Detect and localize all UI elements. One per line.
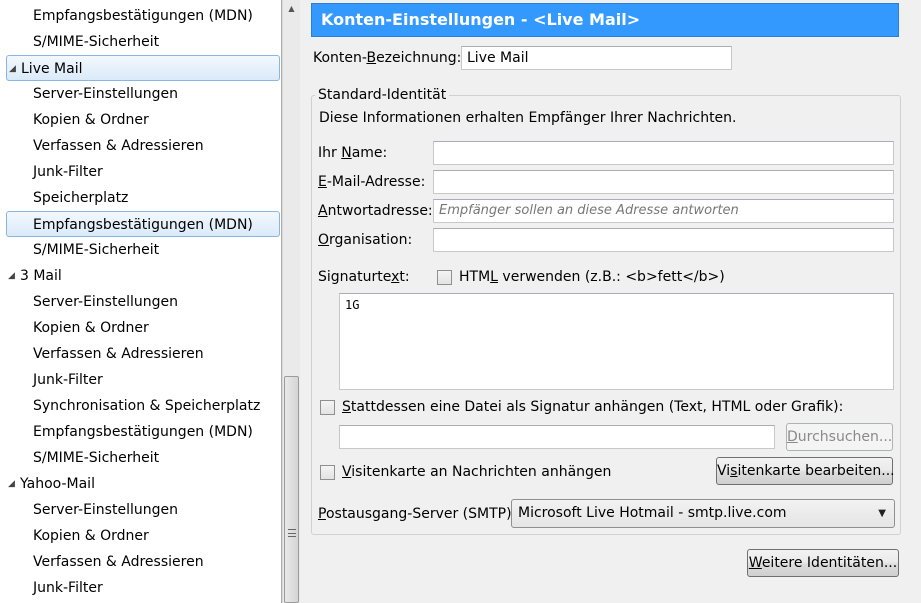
tree-item-label: Verfassen & Adressieren bbox=[33, 138, 204, 154]
tree-item-label: S/MIME-Sicherheit bbox=[33, 242, 160, 258]
reply-to-input[interactable]: Empfänger sollen an diese Adresse antwor… bbox=[433, 199, 894, 223]
tree-item[interactable]: Server-Einstellungen bbox=[0, 81, 178, 107]
dropdown-arrow-icon: ▼ bbox=[878, 508, 886, 519]
tree-scrollbar[interactable]: ▲ bbox=[282, 0, 300, 603]
email-input[interactable] bbox=[433, 170, 894, 194]
signature-file-input[interactable] bbox=[339, 425, 775, 449]
tree-item[interactable]: S/MIME-Sicherheit bbox=[0, 445, 159, 471]
tree-item-label: Server-Einstellungen bbox=[33, 294, 178, 310]
tree-item[interactable]: Synchronisation & Speicherplatz bbox=[0, 393, 260, 419]
identity-description: Diese Informationen erhalten Empfänger I… bbox=[319, 110, 737, 126]
attach-file-checkbox[interactable] bbox=[320, 400, 335, 415]
tree-item-label: Verfassen & Adressieren bbox=[33, 346, 204, 362]
tree-account-node[interactable]: ◢ Yahoo-Mail bbox=[0, 471, 95, 497]
reply-to-label: Antwortadresse: bbox=[318, 203, 433, 219]
smtp-select[interactable]: Microsoft Live Hotmail - smtp.live.com ▼ bbox=[511, 499, 895, 528]
tree-item-label: Verfassen & Adressieren bbox=[33, 554, 204, 570]
tree-item[interactable]: Junk-Filter bbox=[0, 367, 103, 393]
tree-item[interactable]: Empfangsbestätigungen (MDN) bbox=[0, 419, 253, 445]
tree-item-label: S/MIME-Sicherheit bbox=[33, 450, 160, 466]
tree-item-label: 3 Mail bbox=[20, 268, 62, 284]
tree-item[interactable]: Junk-Filter bbox=[0, 575, 103, 601]
tree-item-label: Kopien & Ordner bbox=[33, 112, 149, 128]
tree-item-label: S/MIME-Sicherheit bbox=[33, 34, 160, 50]
vcard-label[interactable]: Visitenkarte an Nachrichten anhängen bbox=[342, 464, 611, 480]
tree-item[interactable]: Empfangsbestätigungen (MDN) bbox=[6, 211, 280, 237]
account-tree[interactable]: Empfangsbestätigungen (MDN) S/MIME-Sicher… bbox=[0, 0, 282, 603]
attach-file-label[interactable]: Stattdessen eine Datei als Signatur anhä… bbox=[342, 399, 843, 415]
more-identities-button[interactable]: Weitere Identitäten... bbox=[747, 549, 899, 577]
tree-item-label: Empfangsbestätigungen (MDN) bbox=[33, 8, 253, 24]
name-input[interactable] bbox=[433, 141, 894, 165]
tree-item-label: Junk-Filter bbox=[33, 372, 103, 388]
tree-account-node[interactable]: ◢ 3 Mail bbox=[0, 263, 62, 289]
tree-item-label: Synchronisation & Speicherplatz bbox=[33, 398, 261, 414]
tree-item[interactable]: Verfassen & Adressieren bbox=[0, 133, 204, 159]
tree-item[interactable]: Verfassen & Adressieren bbox=[0, 341, 204, 367]
tree-item[interactable]: Speicherplatz bbox=[0, 185, 128, 211]
html-checkbox-label[interactable]: HTML verwenden (z.B.: <b>fett</b>) bbox=[459, 269, 725, 285]
tree-item-label: Yahoo-Mail bbox=[20, 476, 95, 492]
tree-item[interactable]: Empfangsbestätigungen (MDN) bbox=[0, 3, 253, 29]
tree-item[interactable]: Server-Einstellungen bbox=[0, 497, 178, 523]
organization-input[interactable] bbox=[433, 228, 894, 252]
account-name-input[interactable]: Live Mail bbox=[461, 46, 732, 70]
tree-account-node[interactable]: ◢ Live Mail bbox=[6, 55, 280, 81]
vcard-checkbox[interactable] bbox=[320, 465, 335, 480]
email-label: E-Mail-Adresse: bbox=[318, 174, 426, 190]
tree-item-label: Speicherplatz bbox=[33, 190, 129, 206]
signature-label: Signaturtext: bbox=[318, 269, 410, 285]
tree-item-label: Junk-Filter bbox=[33, 164, 103, 180]
tree-item-label: Kopien & Ordner bbox=[33, 320, 149, 336]
tree-item[interactable]: Server-Einstellungen bbox=[0, 289, 178, 315]
account-name-label: Konten-Bezeichnung: bbox=[313, 50, 462, 66]
tree-item[interactable]: Junk-Filter bbox=[0, 159, 103, 185]
tree-item-label: Server-Einstellungen bbox=[33, 502, 178, 518]
browse-button[interactable]: Durchsuchen... bbox=[786, 423, 893, 451]
tree-item-label: Kopien & Ordner bbox=[33, 528, 149, 544]
tree-item[interactable]: S/MIME-Sicherheit bbox=[0, 237, 159, 263]
expand-triangle-icon[interactable]: ◢ bbox=[9, 56, 21, 82]
organization-label: Organisation: bbox=[318, 232, 413, 248]
name-label: Ihr Name: bbox=[318, 145, 388, 161]
tree-item[interactable]: S/MIME-Sicherheit bbox=[0, 29, 159, 55]
smtp-label: Postausgang-Server (SMTP): bbox=[318, 506, 517, 522]
expand-triangle-icon[interactable]: ◢ bbox=[8, 471, 20, 497]
tree-item[interactable]: Kopien & Ordner bbox=[0, 315, 149, 341]
scroll-up-arrow-icon[interactable]: ▲ bbox=[283, 0, 300, 18]
tree-item[interactable]: Kopien & Ordner bbox=[0, 107, 149, 133]
edit-vcard-button[interactable]: Visitenkarte bearbeiten... bbox=[716, 457, 895, 485]
tree-item[interactable]: Kopien & Ordner bbox=[0, 523, 149, 549]
scroll-thumb[interactable] bbox=[284, 376, 299, 603]
tree-item[interactable]: Verfassen & Adressieren bbox=[0, 549, 204, 575]
identity-group-title: Standard-Identität bbox=[315, 86, 450, 104]
tree-item-label: Empfangsbestätigungen (MDN) bbox=[33, 424, 253, 440]
tree-item-label: Server-Einstellungen bbox=[33, 86, 178, 102]
page-title: Konten-Einstellungen - <Live Mail> bbox=[311, 3, 899, 37]
html-checkbox[interactable] bbox=[437, 270, 452, 285]
signature-textarea[interactable]: 1G bbox=[339, 293, 894, 390]
smtp-selected-value: Microsoft Live Hotmail - smtp.live.com bbox=[518, 505, 787, 521]
tree-item-label: Live Mail bbox=[21, 61, 83, 77]
grip-icon bbox=[288, 529, 296, 537]
expand-triangle-icon[interactable]: ◢ bbox=[8, 263, 20, 289]
tree-item-label: Junk-Filter bbox=[33, 580, 103, 596]
tree-item-label: Empfangsbestätigungen (MDN) bbox=[33, 217, 253, 233]
